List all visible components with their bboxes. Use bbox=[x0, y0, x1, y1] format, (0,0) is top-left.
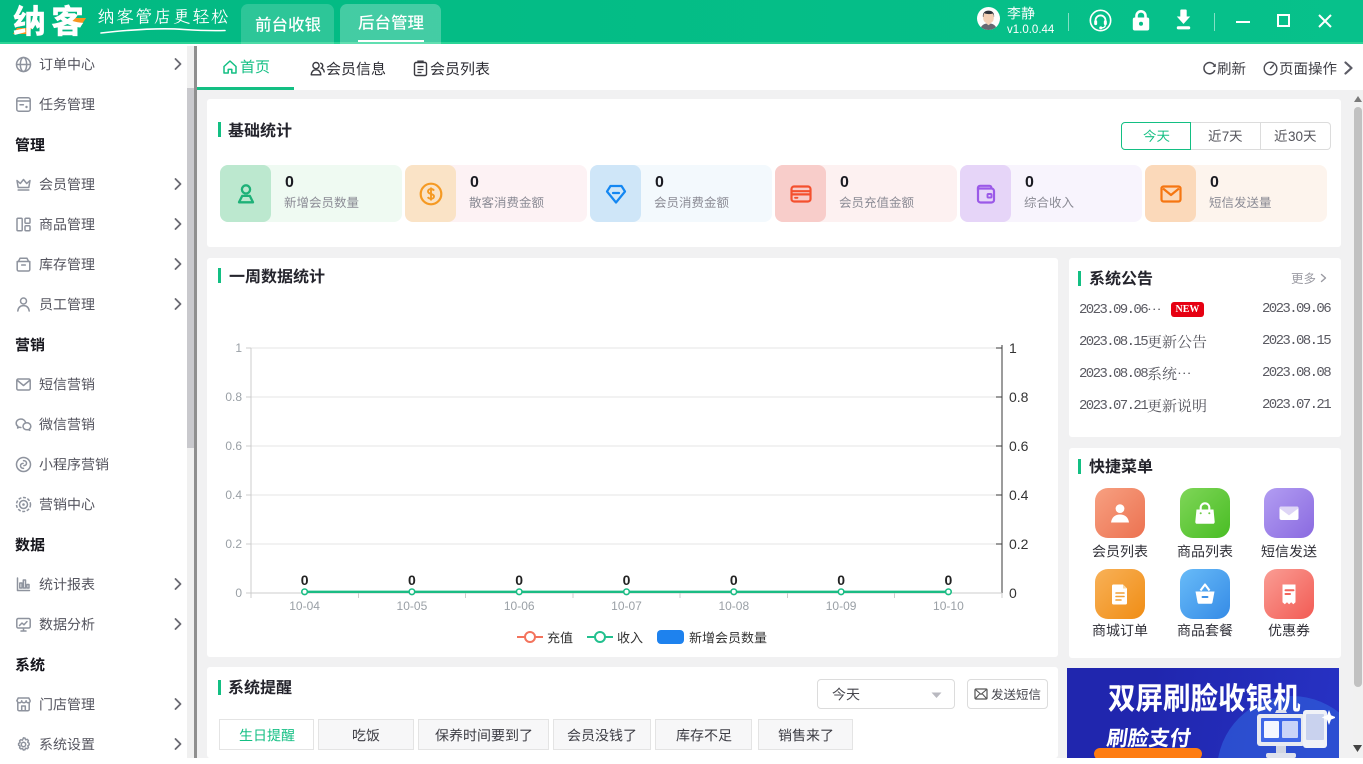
svg-text:10-05: 10-05 bbox=[397, 599, 428, 613]
svg-text:0: 0 bbox=[301, 572, 309, 588]
svg-text:0.8: 0.8 bbox=[1009, 389, 1029, 405]
svg-text:10-06: 10-06 bbox=[504, 599, 535, 613]
svg-text:10-08: 10-08 bbox=[718, 599, 749, 613]
svg-text:0: 0 bbox=[1009, 585, 1017, 601]
svg-text:0: 0 bbox=[235, 586, 242, 600]
svg-text:0.2: 0.2 bbox=[1009, 536, 1029, 552]
svg-text:0.2: 0.2 bbox=[225, 537, 242, 551]
svg-text:0: 0 bbox=[408, 572, 416, 588]
svg-text:0.6: 0.6 bbox=[1009, 438, 1029, 454]
svg-text:1: 1 bbox=[1009, 340, 1017, 356]
svg-text:0.4: 0.4 bbox=[225, 488, 242, 502]
svg-text:10-10: 10-10 bbox=[933, 599, 964, 613]
svg-text:0.6: 0.6 bbox=[225, 439, 242, 453]
svg-text:0: 0 bbox=[945, 572, 953, 588]
svg-text:1: 1 bbox=[235, 341, 242, 355]
svg-text:0: 0 bbox=[515, 572, 523, 588]
svg-text:10-09: 10-09 bbox=[826, 599, 857, 613]
svg-text:10-04: 10-04 bbox=[289, 599, 320, 613]
svg-text:10-07: 10-07 bbox=[611, 599, 642, 613]
svg-text:0: 0 bbox=[837, 572, 845, 588]
svg-text:0: 0 bbox=[623, 572, 631, 588]
svg-text:0.4: 0.4 bbox=[1009, 487, 1029, 503]
svg-text:0: 0 bbox=[730, 572, 738, 588]
svg-text:0.8: 0.8 bbox=[225, 390, 242, 404]
